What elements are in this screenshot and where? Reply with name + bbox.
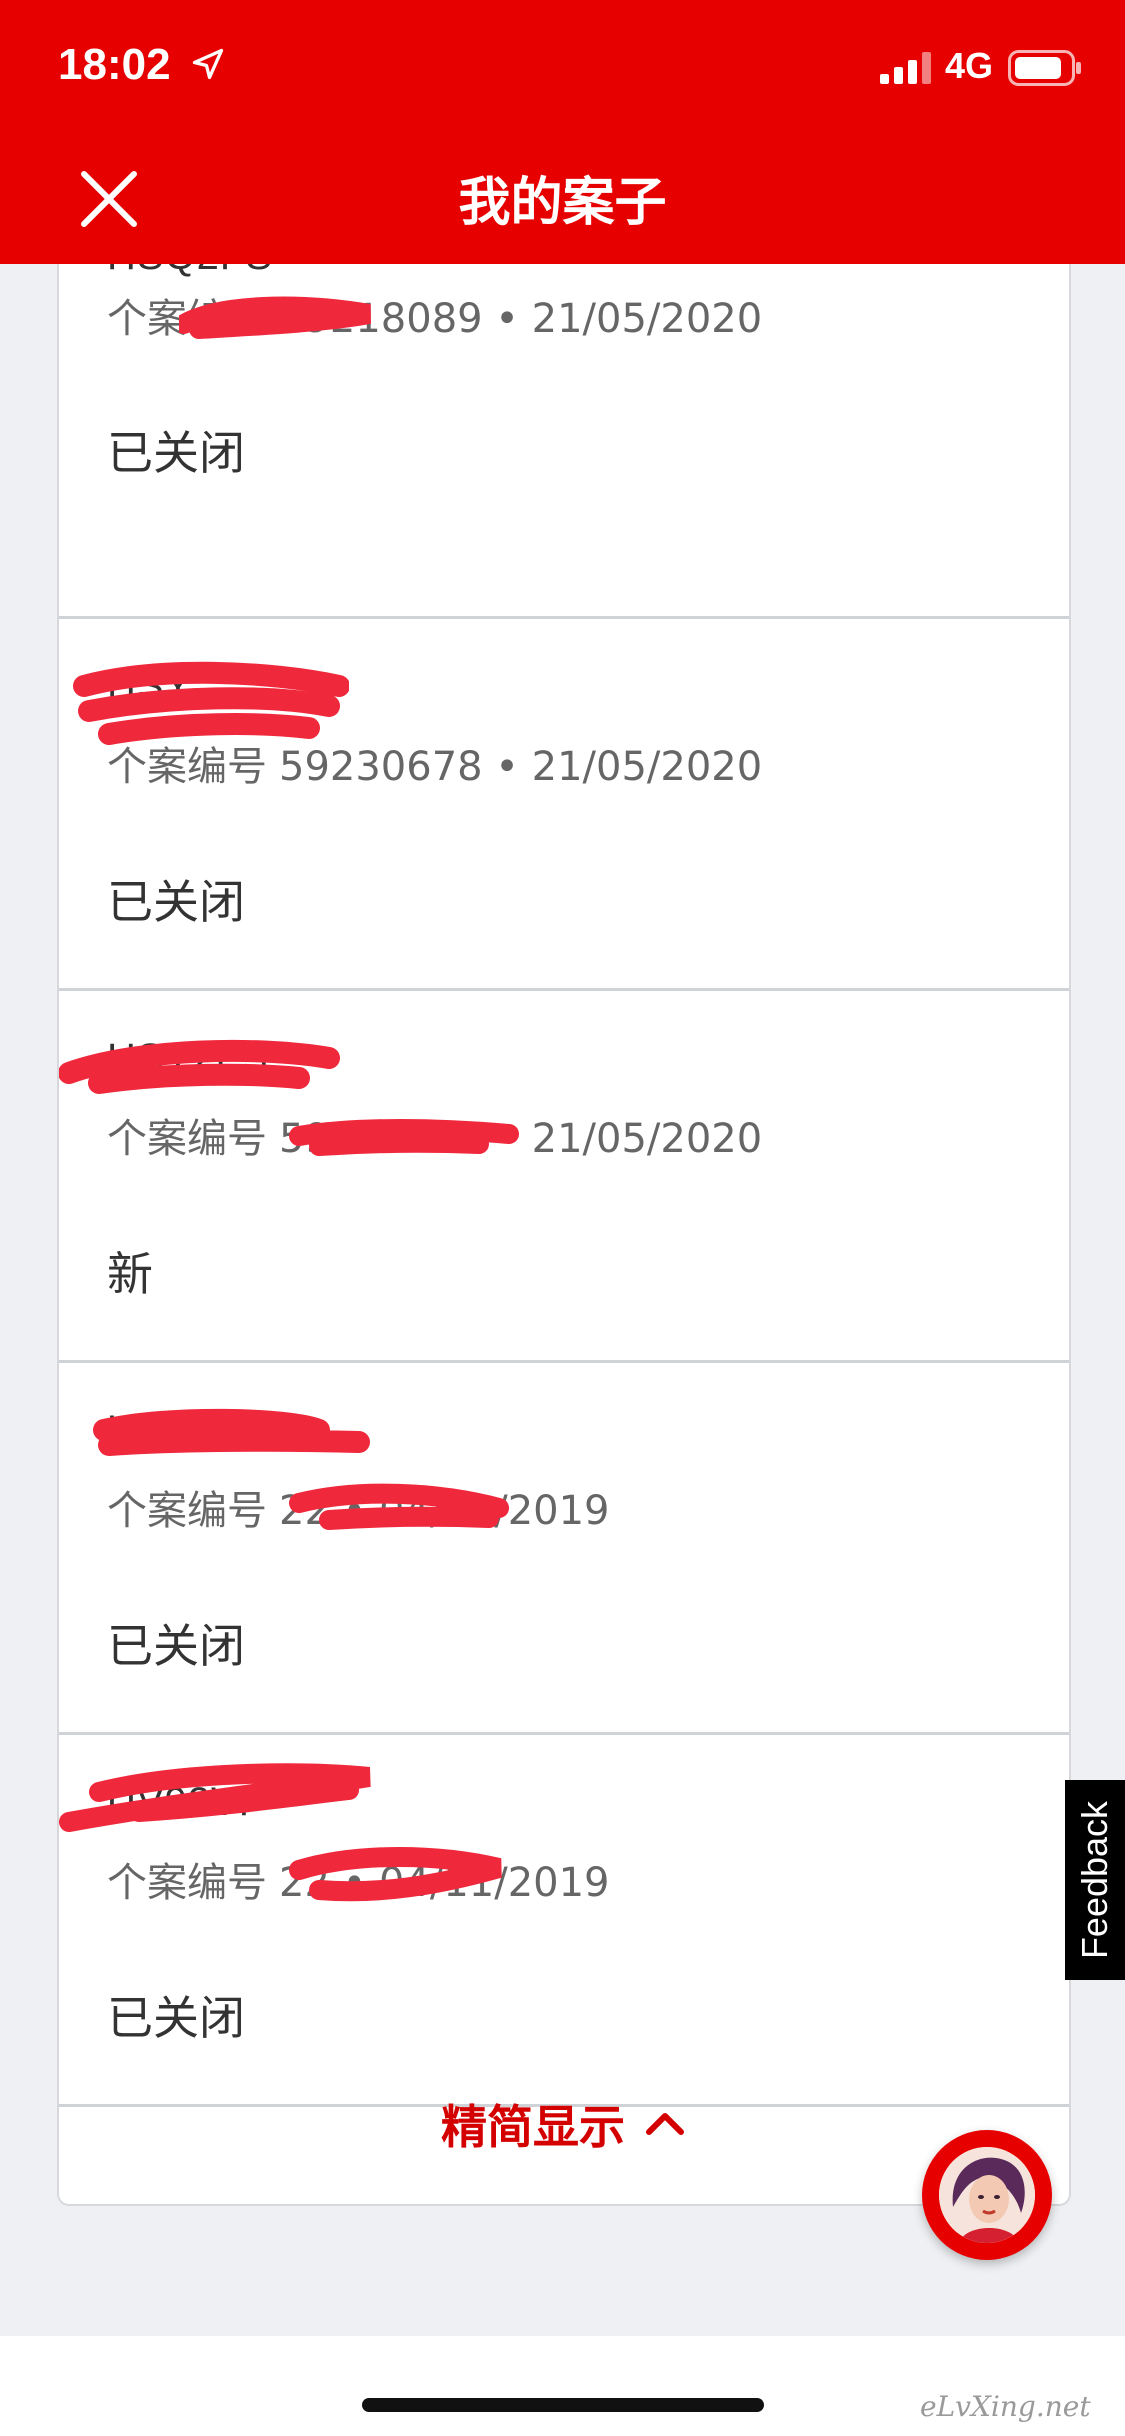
case-item[interactable]: HSY 个案编号 59230678 • 21/05/2020 已关闭 xyxy=(59,616,1069,991)
case-number: 59230678 xyxy=(279,744,483,790)
location-arrow-icon xyxy=(192,48,224,80)
case-number-label: 个案编号 xyxy=(107,1488,267,1534)
page-title: 我的案子 xyxy=(458,173,667,233)
network-type: 4G xyxy=(945,45,994,86)
feedback-label: Feedback xyxy=(1074,1800,1116,1960)
redaction-mark xyxy=(73,661,349,745)
app-header: 18:02 4G 我的案子 xyxy=(0,0,1125,264)
cases-list: HSQ2FS • 个案编号59218089 • 21/05/2020 已关闭 H… xyxy=(57,264,1071,2206)
case-title: HSQ2FS • xyxy=(107,264,300,279)
case-item[interactable]: HSY2FS • 个案编号 59251064 • 21/05/2020 新 xyxy=(59,988,1069,1363)
case-status: 已关闭 xyxy=(107,875,245,929)
case-meta: 个案编号 59230678 • 21/05/2020 xyxy=(107,744,763,790)
case-date: 21/05/2020 xyxy=(531,1116,763,1162)
case-date: 21/05/2020 xyxy=(531,744,763,790)
redaction-mark xyxy=(289,1483,509,1530)
case-status: 已关闭 xyxy=(107,426,245,480)
watermark: eLvXing.net xyxy=(920,2390,1091,2423)
case-status: 已关闭 xyxy=(107,1619,245,1673)
case-number-label: 个案编号 xyxy=(107,1116,267,1162)
case-item[interactable]: HSQ2FS • 个案编号59218089 • 21/05/2020 已关闭 xyxy=(59,264,1069,619)
redaction-mark xyxy=(289,1847,502,1902)
signal-icon xyxy=(880,52,931,84)
redaction-mark xyxy=(59,1763,371,1832)
case-date: 21/05/2020 xyxy=(531,296,763,342)
show-less-button[interactable]: 精简显示 xyxy=(59,2044,1069,2204)
show-less-label: 精简显示 xyxy=(441,2100,625,2154)
battery-icon xyxy=(1008,50,1081,86)
case-status: 已关闭 xyxy=(107,1991,245,2045)
case-status: 新 xyxy=(107,1247,153,1301)
redaction-mark xyxy=(93,1408,370,1456)
status-time: 18:02 xyxy=(58,40,171,89)
chevron-up-icon xyxy=(646,2113,684,2135)
home-indicator[interactable] xyxy=(362,2398,764,2412)
feedback-tab[interactable]: Feedback xyxy=(1065,1780,1125,1980)
redaction-mark xyxy=(179,296,371,339)
chat-assistant-button[interactable] xyxy=(922,2130,1052,2260)
case-number-label: 个案编号 xyxy=(107,1860,267,1906)
redaction-mark xyxy=(289,1119,519,1156)
case-item[interactable]: UV92VP • 个案编号 22 • 04/11/2019 已关闭 xyxy=(59,1360,1069,1735)
case-number-label: 个案编号 xyxy=(107,744,267,790)
agent-avatar xyxy=(939,2147,1035,2243)
redaction-mark xyxy=(59,1039,340,1094)
